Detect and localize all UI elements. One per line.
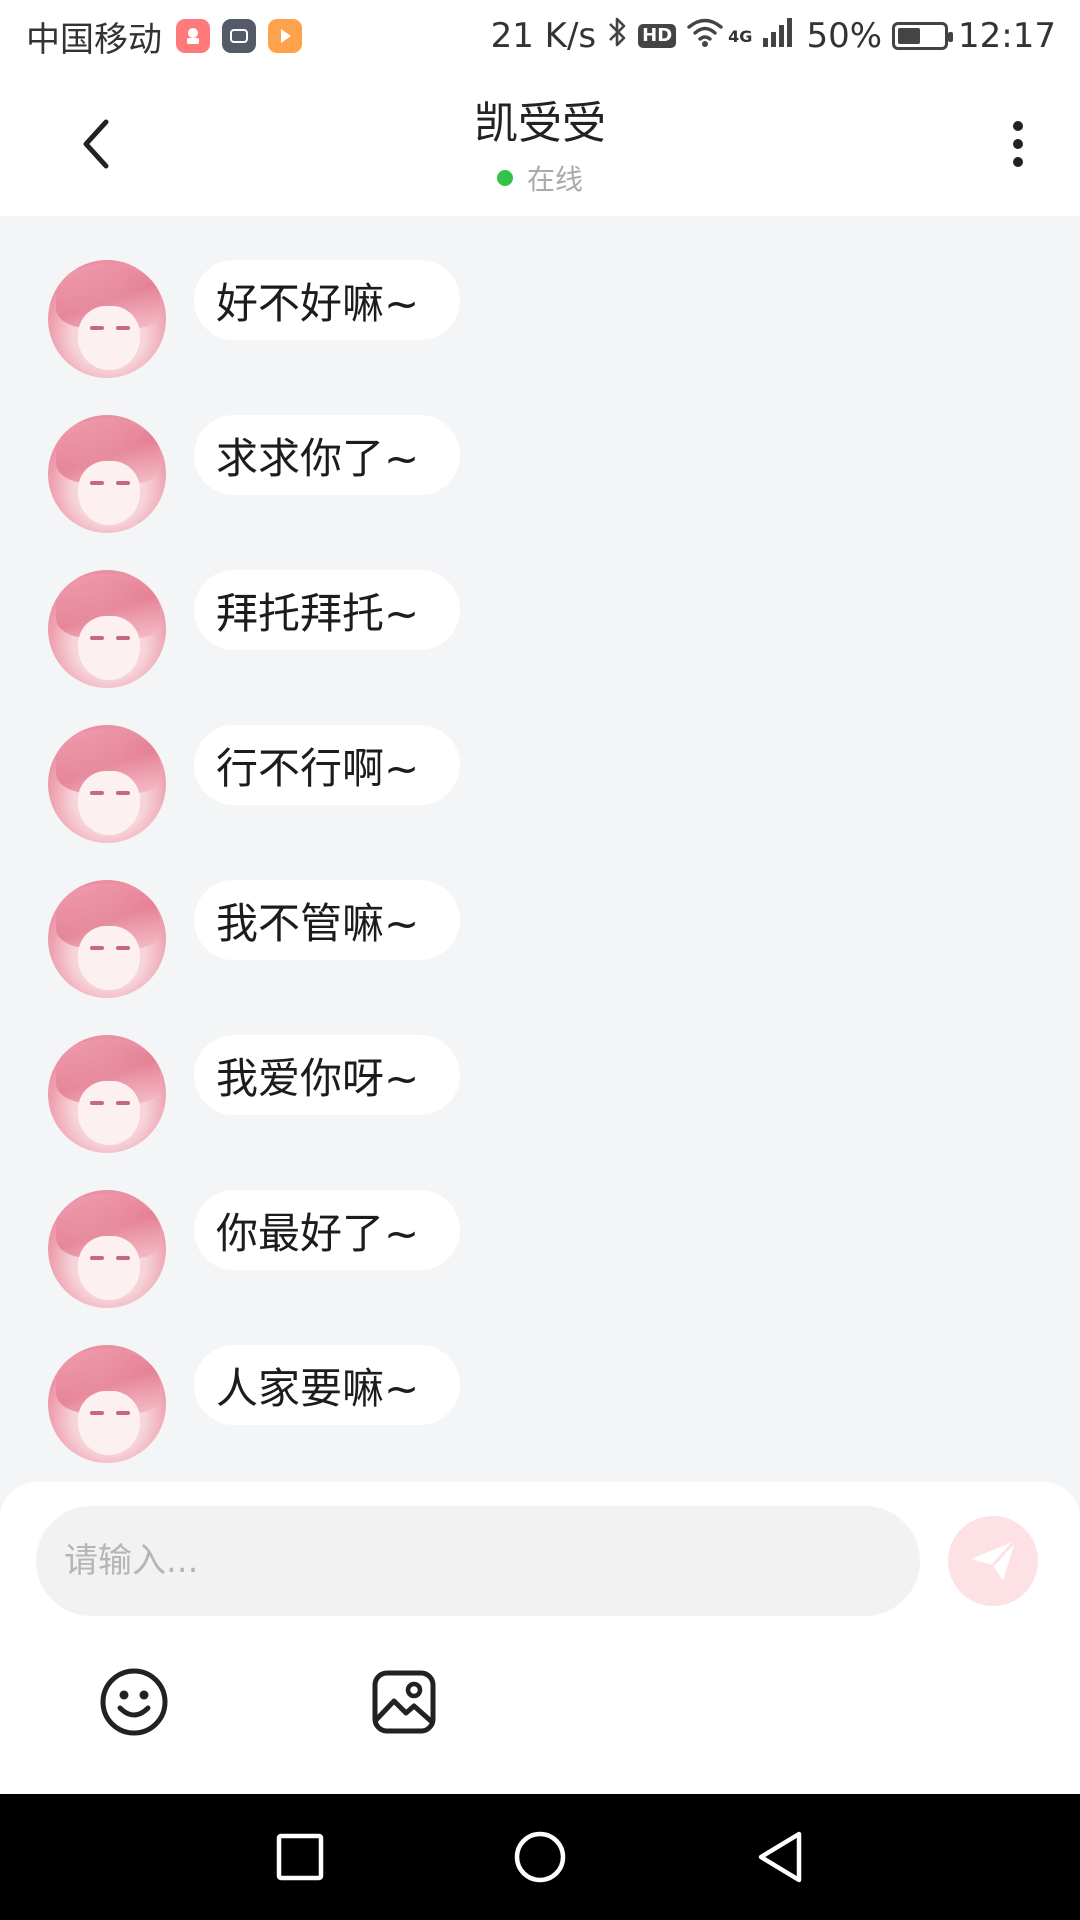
avatar[interactable]	[48, 880, 166, 998]
bluetooth-icon	[606, 15, 628, 58]
message-bubble[interactable]: 你最好了~	[194, 1190, 460, 1270]
message-row: 你最好了~	[0, 1190, 1080, 1345]
system-nav-bar	[0, 1794, 1080, 1920]
status-bar-left: 中国移动	[26, 12, 314, 61]
composer-panel	[0, 1482, 1080, 1794]
message-row: 行不行啊~	[0, 725, 1080, 880]
message-bubble[interactable]: 好不好嘛~	[194, 260, 460, 340]
message-list[interactable]: 好不好嘛~ 求求你了~ 拜托拜托~ 行不行啊~ 我不管嘛~ 我爱你呀~ 你最好了~ 人家要嘛~	[0, 216, 1080, 1482]
more-vertical-icon	[1013, 121, 1023, 131]
avatar[interactable]	[48, 1190, 166, 1308]
avatar[interactable]	[48, 260, 166, 378]
avatar[interactable]	[48, 570, 166, 688]
message-bubble[interactable]: 求求你了~	[194, 415, 460, 495]
message-bubble[interactable]: 我爱你呀~	[194, 1035, 460, 1115]
tv-app-icon	[222, 19, 256, 53]
net-speed: 21 K/s	[490, 16, 597, 56]
send-button[interactable]	[948, 1516, 1038, 1606]
online-dot-icon	[496, 170, 513, 186]
contact-name: 凯受受	[474, 98, 606, 149]
recent-apps-button[interactable]	[265, 1822, 335, 1892]
online-status: 在线	[0, 158, 1080, 198]
square-icon	[276, 1833, 324, 1881]
app-notification-icon	[176, 19, 210, 53]
message-bubble[interactable]: 拜托拜托~	[194, 570, 460, 650]
message-row: 人家要嘛~	[0, 1345, 1080, 1500]
avatar[interactable]	[48, 415, 166, 533]
triangle-back-icon	[758, 1831, 802, 1883]
message-bubble[interactable]: 行不行啊~	[194, 725, 460, 805]
nav-back-button[interactable]	[745, 1822, 815, 1892]
message-row: 我爱你呀~	[0, 1035, 1080, 1190]
battery-fill	[898, 28, 921, 44]
avatar[interactable]	[48, 1345, 166, 1463]
carrier-name: 中国移动	[26, 19, 162, 60]
message-bubble[interactable]: 我不管嘛~	[194, 880, 460, 960]
more-options-button[interactable]	[982, 108, 1054, 180]
avatar[interactable]	[48, 1035, 166, 1153]
chat-header: 凯受受 在线	[0, 72, 1080, 216]
status-bar: 中国移动 21 K/s HD 4G 50% 12:17	[0, 0, 1080, 72]
message-row: 我不管嘛~	[0, 880, 1080, 1035]
network-type: 4G	[728, 26, 753, 46]
video-app-icon	[268, 19, 302, 53]
emoji-button[interactable]	[94, 1662, 174, 1742]
signal-icon	[762, 16, 796, 57]
message-row: 好不好嘛~	[0, 260, 1080, 415]
status-bar-right: 21 K/s HD 4G 50% 12:17	[481, 15, 1056, 58]
clock: 12:17	[958, 16, 1056, 56]
online-status-label: 在线	[526, 163, 583, 196]
message-bubble[interactable]: 人家要嘛~	[194, 1345, 460, 1425]
message-input[interactable]	[36, 1506, 920, 1616]
battery-icon	[892, 22, 954, 50]
wifi-icon	[686, 16, 724, 57]
smiley-icon	[100, 1668, 168, 1736]
home-button[interactable]	[505, 1822, 575, 1892]
image-icon	[372, 1670, 436, 1734]
battery-percent: 50%	[806, 16, 883, 56]
image-picker-button[interactable]	[364, 1662, 444, 1742]
avatar[interactable]	[48, 725, 166, 843]
message-row: 拜托拜托~	[0, 570, 1080, 725]
message-row: 求求你了~	[0, 415, 1080, 570]
circle-icon	[514, 1831, 566, 1883]
hd-icon: HD	[638, 24, 677, 48]
header-title-group: 凯受受 在线	[0, 96, 1080, 198]
paper-plane-icon	[971, 1539, 1017, 1581]
